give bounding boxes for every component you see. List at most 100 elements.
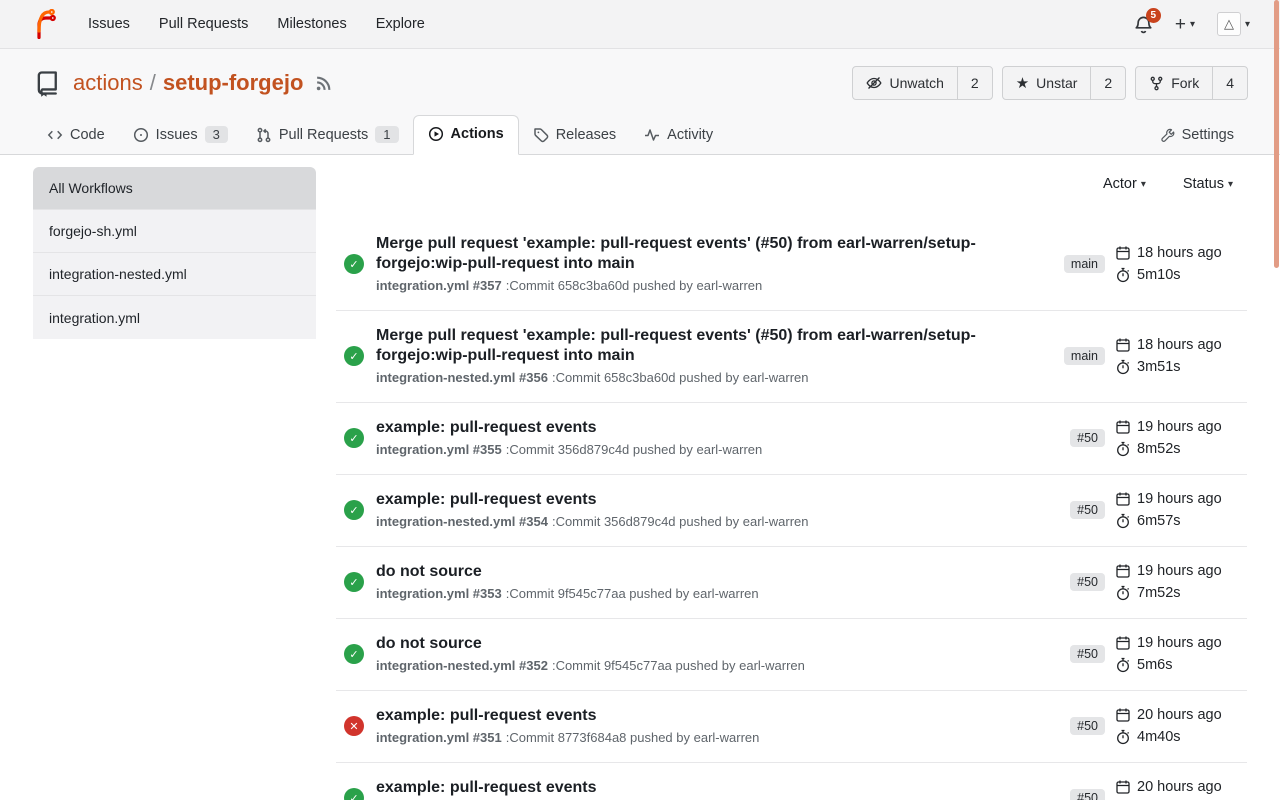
unwatch-label: Unwatch <box>889 75 943 91</box>
stopwatch-icon <box>1115 359 1131 375</box>
fork-button[interactable]: Fork 4 <box>1135 66 1248 100</box>
pull-requests-count-badge: 1 <box>375 126 398 143</box>
watch-count[interactable]: 2 <box>957 67 992 99</box>
run-subtitle: integration-nested.yml #356:Commit 658c3… <box>376 369 1064 386</box>
run-duration: 6m57s <box>1137 513 1181 529</box>
chevron-down-icon: ▾ <box>1245 19 1250 30</box>
scrollbar[interactable] <box>1272 0 1280 800</box>
tab-settings-label: Settings <box>1182 127 1234 143</box>
pr-badge[interactable]: #50 <box>1070 645 1105 663</box>
run-title-link[interactable]: do not source <box>376 562 998 582</box>
actor-filter-dropdown[interactable]: Actor ▾ <box>1103 176 1146 192</box>
star-count[interactable]: 2 <box>1090 67 1125 99</box>
fork-icon <box>1149 76 1164 91</box>
run-subtitle: integration.yml #357:Commit 658c3ba60d p… <box>376 277 1064 294</box>
nav-explore[interactable]: Explore <box>376 16 425 32</box>
workflow-ref: integration-nested.yml #352 <box>376 658 548 673</box>
run-list: Merge pull request 'example: pull-reques… <box>336 219 1247 800</box>
sidebar-item-integration-nested[interactable]: integration-nested.yml <box>33 253 316 296</box>
rss-icon[interactable] <box>315 75 332 92</box>
calendar-icon <box>1115 563 1131 579</box>
tab-settings[interactable]: Settings <box>1146 117 1248 155</box>
forgejo-logo[interactable] <box>28 9 58 39</box>
stopwatch-icon <box>1115 657 1131 673</box>
run-duration: 4m40s <box>1137 729 1181 745</box>
commit-info[interactable]: :Commit 9f545c77aa pushed by earl-warren <box>506 586 759 601</box>
branch-badge[interactable]: main <box>1064 347 1105 365</box>
run-title-link[interactable]: Merge pull request 'example: pull-reques… <box>376 326 998 366</box>
run-title-link[interactable]: example: pull-request events <box>376 778 998 798</box>
branch-badge[interactable]: main <box>1064 255 1105 273</box>
run-row: example: pull-request events integration… <box>336 691 1247 763</box>
create-new-button[interactable]: + ▾ <box>1175 15 1195 34</box>
run-time: 18 hours ago <box>1137 245 1222 261</box>
commit-info[interactable]: :Commit 356d879c4d pushed by earl-warren <box>506 442 763 457</box>
pr-badge[interactable]: #50 <box>1070 429 1105 447</box>
tab-actions[interactable]: Actions <box>413 115 519 155</box>
calendar-icon <box>1115 707 1131 723</box>
repo-name-link[interactable]: setup-forgejo <box>163 70 304 96</box>
status-success-icon <box>344 788 364 800</box>
run-time: 19 hours ago <box>1137 635 1222 651</box>
pr-badge[interactable]: #50 <box>1070 501 1105 519</box>
unwatch-button[interactable]: Unwatch 2 <box>852 66 992 100</box>
unstar-label: Unstar <box>1036 75 1077 91</box>
repo-icon <box>33 69 61 97</box>
nav-pull-requests[interactable]: Pull Requests <box>159 16 248 32</box>
tab-releases[interactable]: Releases <box>519 117 630 155</box>
run-time: 19 hours ago <box>1137 491 1222 507</box>
workflow-ref: integration.yml #351 <box>376 730 502 745</box>
navbar-right: 5 + ▾ △ ▾ <box>1134 12 1250 36</box>
run-title-link[interactable]: Merge pull request 'example: pull-reques… <box>376 234 998 274</box>
run-title-link[interactable]: example: pull-request events <box>376 706 998 726</box>
commit-info[interactable]: :Commit 8773f684a8 pushed by earl-warren <box>506 730 760 745</box>
commit-info[interactable]: :Commit 658c3ba60d pushed by earl-warren <box>506 278 763 293</box>
notifications-button[interactable]: 5 <box>1134 15 1153 34</box>
tab-pull-requests[interactable]: Pull Requests 1 <box>242 116 413 155</box>
commit-info[interactable]: :Commit 9f545c77aa pushed by earl-warren <box>552 658 805 673</box>
run-title-link[interactable]: example: pull-request events <box>376 418 998 438</box>
scrollbar-thumb[interactable] <box>1274 0 1279 268</box>
run-title-link[interactable]: example: pull-request events <box>376 490 998 510</box>
pr-badge[interactable]: #50 <box>1070 573 1105 591</box>
fork-count[interactable]: 4 <box>1212 67 1247 99</box>
pr-badge[interactable]: #50 <box>1070 789 1105 800</box>
nav-issues[interactable]: Issues <box>88 16 130 32</box>
pr-badge[interactable]: #50 <box>1070 717 1105 735</box>
unstar-button[interactable]: ★ Unstar 2 <box>1002 66 1126 100</box>
star-icon: ★ <box>1016 76 1029 91</box>
sidebar-item-all-workflows[interactable]: All Workflows <box>33 167 316 210</box>
commit-info[interactable]: :Commit 356d879c4d pushed by earl-warren <box>552 514 809 529</box>
sidebar-item-forgejo-sh[interactable]: forgejo-sh.yml <box>33 210 316 253</box>
status-success-icon <box>344 644 364 664</box>
tab-issues[interactable]: Issues 3 <box>119 116 242 155</box>
nav-milestones[interactable]: Milestones <box>277 16 346 32</box>
run-subtitle: integration.yml #355:Commit 356d879c4d p… <box>376 441 1070 458</box>
run-row: example: pull-request events integration… <box>336 475 1247 547</box>
status-success-icon <box>344 346 364 366</box>
run-row: Merge pull request 'example: pull-reques… <box>336 219 1247 311</box>
chevron-down-icon: ▾ <box>1141 179 1146 190</box>
workflows-sidebar: All Workflows forgejo-sh.yml integration… <box>33 167 316 800</box>
run-time: 19 hours ago <box>1137 419 1222 435</box>
run-duration: 3m51s <box>1137 359 1181 375</box>
pull-request-icon <box>256 127 272 143</box>
issue-icon <box>133 127 149 143</box>
run-row: do not source integration-nested.yml #35… <box>336 619 1247 691</box>
calendar-icon <box>1115 635 1131 651</box>
sidebar-item-integration[interactable]: integration.yml <box>33 296 316 339</box>
user-menu-button[interactable]: △ ▾ <box>1217 12 1250 36</box>
commit-info[interactable]: :Commit 658c3ba60d pushed by earl-warren <box>552 370 809 385</box>
status-success-icon <box>344 500 364 520</box>
run-duration: 8m52s <box>1137 441 1181 457</box>
status-filter-dropdown[interactable]: Status ▾ <box>1183 176 1233 192</box>
run-time: 20 hours ago <box>1137 779 1222 795</box>
tab-activity-label: Activity <box>667 127 713 143</box>
run-subtitle: integration-nested.yml #354:Commit 356d8… <box>376 513 1070 530</box>
run-duration: 5m10s <box>1137 267 1181 283</box>
tab-issues-label: Issues <box>156 127 198 143</box>
repo-owner-link[interactable]: actions <box>73 70 143 96</box>
run-title-link[interactable]: do not source <box>376 634 998 654</box>
tab-activity[interactable]: Activity <box>630 117 727 155</box>
tab-code[interactable]: Code <box>33 117 119 155</box>
